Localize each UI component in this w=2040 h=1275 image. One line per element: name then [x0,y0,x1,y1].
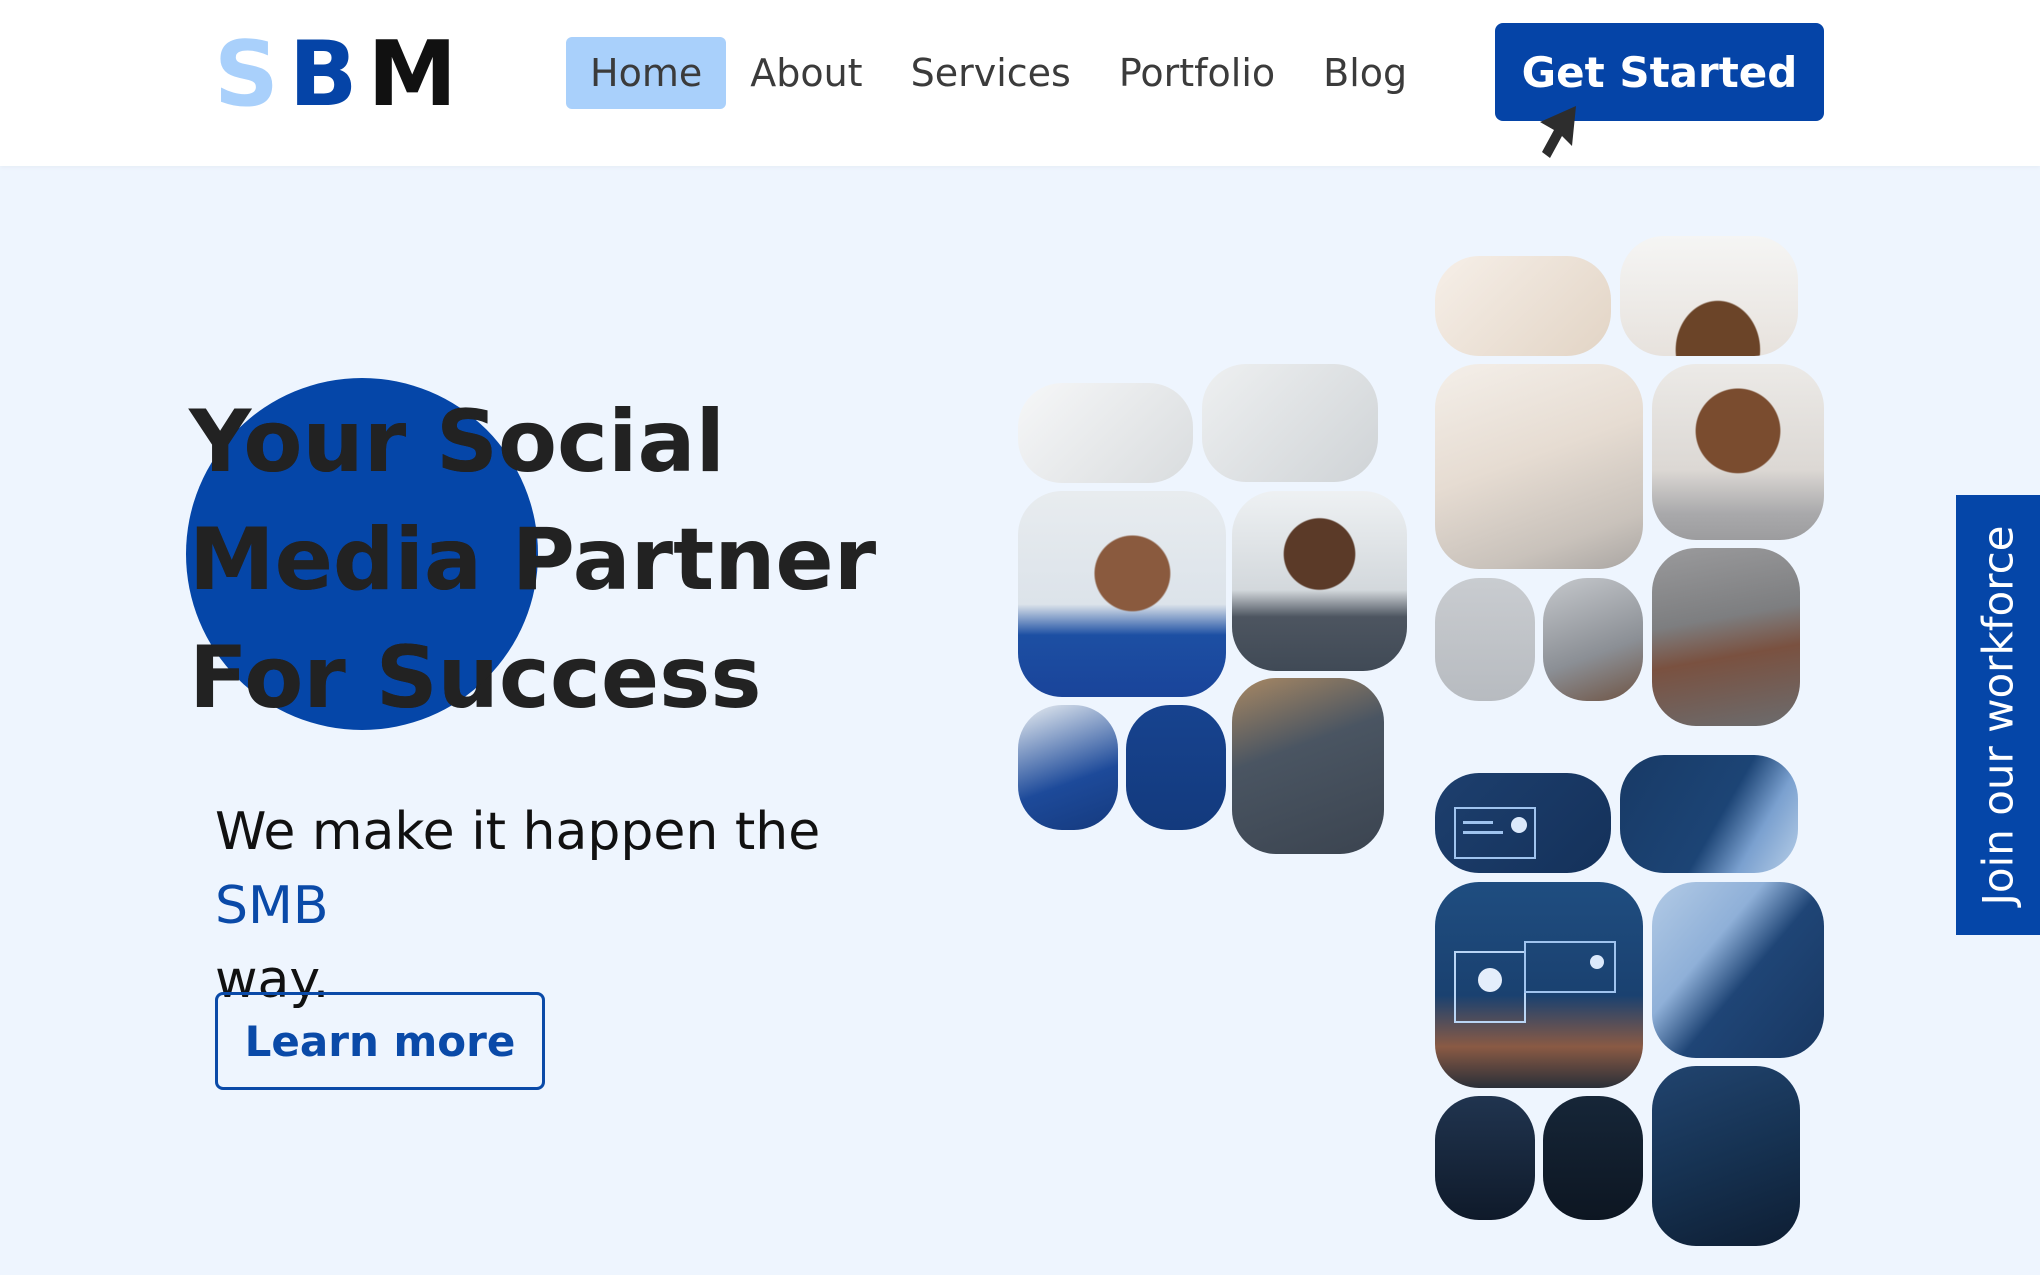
nav-portfolio[interactable]: Portfolio [1095,37,1299,109]
collage-tile [1018,383,1193,483]
collage-tile-woman [1652,364,1824,540]
collage-tile [1620,755,1798,873]
collage-tile [1652,882,1824,1058]
subtitle-accent: SMB [215,876,329,936]
collage-tile [1435,578,1535,701]
collage-tile [1435,882,1643,1088]
site-header: SBM Home About Services Portfolio Blog G… [0,0,2040,166]
collage-tile [1435,364,1643,569]
subtitle-text: We make it happen the [215,802,821,862]
join-workforce-tab[interactable]: Join our workforce [1956,495,2040,935]
collage-tile-man [1232,491,1407,671]
collage-tile [1435,256,1611,356]
sbm-logo[interactable]: SBM [214,30,467,120]
collage-tile [1543,1096,1643,1220]
nav-services[interactable]: Services [887,37,1095,109]
collage-tile-man-glasses [1018,491,1226,697]
logo-letter-b: B [288,22,368,127]
nav-about[interactable]: About [726,37,886,109]
collage-tile [1435,1096,1535,1220]
hero-title-highlight-line-1: Your Social [189,392,538,492]
logo-letter-s: S [214,22,289,127]
nav-blog[interactable]: Blog [1299,37,1431,109]
profile-card-icon [1454,807,1536,859]
hero-subtitle: We make it happen the SMB way. [215,795,935,1017]
collage-tile [1620,236,1798,356]
hero-title-highlight: Your Social Media Partner For Success [186,378,538,730]
profile-card-icon [1454,941,1616,1023]
collage-tile [1232,678,1384,854]
learn-more-button[interactable]: Learn more [215,992,545,1090]
collage-tile [1652,548,1800,726]
hero-title-highlight-line-3: For Success [189,628,538,728]
collage-tile [1543,578,1643,701]
join-workforce-label: Join our workforce [1973,524,2023,906]
collage-tile [1202,364,1378,482]
main-nav: Home About Services Portfolio Blog [566,37,1431,109]
mouse-pointer-icon [1540,106,1576,158]
nav-home[interactable]: Home [566,37,727,109]
collage-tile [1652,1066,1800,1246]
collage-tile [1018,705,1118,830]
logo-letter-m: M [367,22,467,127]
collage-tile [1435,773,1611,873]
collage-tile [1126,705,1226,830]
hero-title-highlight-line-2: Media Partner [189,510,538,610]
